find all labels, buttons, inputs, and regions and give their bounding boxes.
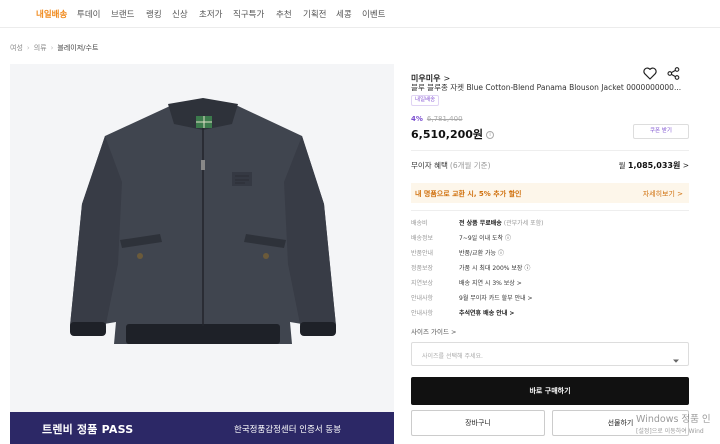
breadcrumb-clothing[interactable]: 의류 [34, 44, 47, 52]
spec-key: 안내사항 [411, 310, 434, 317]
watermark-line2: [설정]으로 이동하여 Wind [636, 428, 704, 435]
trade-in-promo: 내 명품으로 교환 시, 5% 추가 할인 자세히보기 > [411, 183, 689, 203]
spec-value: 배송 지연 시 3% 보상 > [459, 280, 522, 287]
spec-value: 전 상품 무료배송 (관부가세 포함) [459, 220, 544, 227]
installment-amount: 1,085,033원 [627, 161, 681, 170]
nav-item-event[interactable]: 이벤트 [362, 8, 385, 20]
product-image[interactable]: 트렌비 정품 PASS 한국정품감정센터 인증서 동봉 [10, 64, 394, 444]
banner-subtitle: 한국정품감정센터 인증서 동봉 [234, 425, 342, 435]
installment-row[interactable]: 무이자 혜택 (6개월 기준) 월 1,085,033원 > [411, 160, 689, 172]
windows-activation-watermark: Windows 정품 인 [설정]으로 이동하여 Wind [636, 411, 711, 435]
spec-value: 7~9일 이내 도착 ⓘ [459, 235, 511, 242]
buy-now-button[interactable]: 바로 구매하기 [411, 377, 689, 405]
installment-chevron-icon: > [682, 161, 689, 170]
promo-details-link[interactable]: 자세히보기 > [643, 189, 683, 199]
spec-key: 안내사항 [411, 295, 434, 302]
spec-row-authenticity[interactable]: 정품보장 가품 시 최대 200% 보장 ⓘ [411, 263, 689, 274]
price-info-icon[interactable]: i [486, 131, 495, 139]
nav-item-recommend[interactable]: 추천 [276, 8, 292, 20]
size-select-placeholder: 사이즈를 선택해 주세요. [422, 353, 483, 360]
nav-item-ranking[interactable]: 랭킹 [146, 8, 162, 20]
spec-row-notice-installment[interactable]: 안내사항 9월 무이자 카드 할부 안내 > [411, 293, 689, 304]
jacket-waistband [126, 324, 280, 344]
banner-title: 트렌비 정품 PASS [42, 423, 134, 436]
installment-prefix: 월 [618, 161, 626, 170]
jacket-zipper-pull [201, 160, 205, 170]
nav-item-direct-deal[interactable]: 직구특가 [233, 8, 264, 20]
nav-item-lowest-price[interactable]: 초저가 [199, 8, 222, 20]
product-title: 블루 블루종 자켓 Blue Cotton-Blend Panama Blous… [411, 83, 682, 92]
jacket-illustration [70, 98, 336, 344]
nav-item-today[interactable]: 투데이 [77, 8, 100, 20]
original-price: 6,781,400 [426, 115, 463, 123]
spec-row-shipping-fee: 배송비 전 상품 무료배송 (관부가세 포함) [411, 218, 689, 229]
breadcrumb-blazer-suit[interactable]: 블레이저/수트 [57, 44, 98, 52]
installment-amount-group: 월 1,085,033원 > [619, 160, 689, 171]
coupon-button[interactable]: 쿠폰 받기 [633, 124, 689, 139]
breadcrumb-separator: › [26, 44, 30, 52]
spec-row-delivery-info[interactable]: 배송정보 7~9일 이내 도착 ⓘ [411, 233, 689, 244]
authenticity-banner: 트렌비 정품 PASS 한국정품감정센터 인증서 동봉 [10, 412, 394, 444]
nav-item-tomorrow-delivery[interactable]: 내일배송 [36, 8, 67, 20]
spec-key: 반품안내 [411, 250, 434, 257]
nav-item-new[interactable]: 신상 [172, 8, 188, 20]
jacket-right-cuff [300, 322, 336, 336]
delivery-badge: 내일배송 [411, 95, 440, 106]
installment-sub: (6개월 기준) [449, 161, 491, 170]
watermark-line1: Windows 정품 인 [636, 414, 711, 425]
jacket-right-button [263, 253, 269, 259]
spec-row-delay-compensation[interactable]: 지연보상 배송 지연 시 3% 보상 > [411, 278, 689, 289]
promo-text: 내 명품으로 교환 시, 5% 추가 할인 [415, 190, 522, 198]
spec-value: 반품/교환 가능 ⓘ [459, 250, 504, 257]
divider [411, 210, 689, 211]
discount-line: 4% 6,781,400 [411, 115, 463, 123]
spec-key: 배송정보 [411, 235, 434, 242]
breadcrumb-separator: › [50, 44, 54, 52]
spec-row-notice-holiday[interactable]: 안내사항 추석연휴 배송 안내 > [411, 308, 689, 319]
jacket-logo-patch [232, 172, 252, 186]
installment-label: 무이자 혜택 [411, 161, 448, 170]
breadcrumb-women[interactable]: 여성 [10, 44, 23, 52]
jacket-left-button [137, 253, 143, 259]
cart-button[interactable]: 장바구니 [411, 410, 545, 436]
sale-price-value: 6,510,200원 [411, 128, 484, 141]
spec-value: 가품 시 최대 200% 보장 ⓘ [459, 265, 531, 272]
spec-value: 9월 무이자 카드 할부 안내 > [459, 295, 533, 302]
jacket-left-cuff [70, 322, 106, 336]
nav-item-brand[interactable]: 브랜드 [111, 8, 134, 20]
size-guide-link[interactable]: 사이즈 가이드 > [411, 326, 456, 336]
spec-key: 배송비 [411, 220, 428, 227]
spec-value: 추석연휴 배송 안내 > [459, 310, 515, 317]
nav-item-exhibition[interactable]: 기획전 [303, 8, 326, 20]
brand-row: 미우미우 > [411, 66, 689, 83]
divider [411, 150, 689, 151]
top-nav: 내일배송 투데이 브랜드 랭킹 신상 초저가 직구특가 추천 기획전 세콩 이벤… [0, 0, 720, 28]
size-select[interactable]: 사이즈를 선택해 주세요. [411, 342, 689, 366]
spec-key: 지연보상 [411, 280, 434, 287]
sale-price: 6,510,200원 i [411, 126, 495, 142]
chevron-down-icon [672, 350, 680, 369]
breadcrumb: 여성 › 의류 › 블레이저/수트 [10, 43, 98, 53]
discount-rate: 4% [411, 115, 423, 123]
spec-key: 정품보장 [411, 265, 434, 272]
nav-item-sekong[interactable]: 세콩 [336, 8, 352, 20]
spec-row-return-info[interactable]: 반품안내 반품/교환 가능 ⓘ [411, 248, 689, 259]
